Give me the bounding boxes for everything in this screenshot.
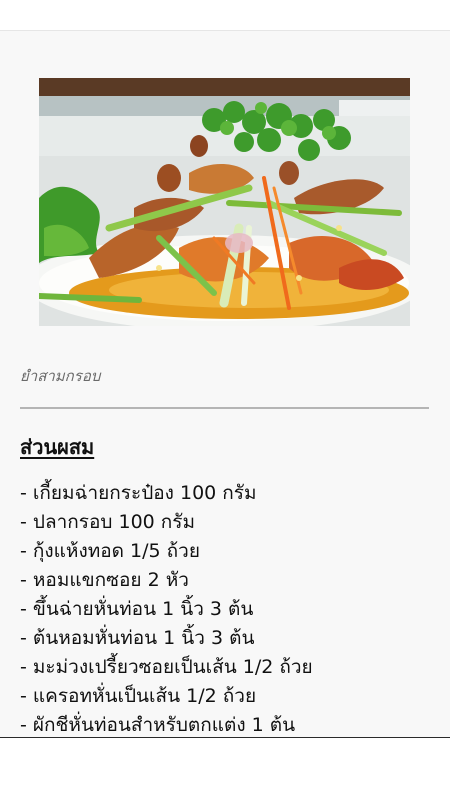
ingredient-item: - แครอทหั่นเป็นเส้น 1/2 ถ้วย [20,685,257,707]
top-bar [0,0,450,31]
recipe-page: ยำสามกรอบ ส่วนผสม - เกี้ยมฉ่ายกระป๋อง 10… [0,0,450,800]
ingredient-item: - ผักชีหั่นท่อนสำหรับตกแต่ง 1 ต้น [20,714,296,736]
dish-photo[interactable] [39,78,410,326]
dish-illustration [39,78,410,326]
ingredient-item: - ขึ้นฉ่ายหั่นท่อน 1 นิ้ว 3 ต้น [20,598,254,620]
ingredient-item: - มะม่วงเปรี้ยวซอยเป็นเส้น 1/2 ถ้วย [20,656,313,678]
ingredient-item: - ต้นหอมหั่นท่อน 1 นิ้ว 3 ต้น [20,627,255,649]
photo-caption: ยำสามกรอบ [20,367,101,385]
ingredient-item: - หอมแขกซอย 2 หัว [20,569,189,591]
ingredients-heading: ส่วนผสม [20,435,95,459]
ingredient-item: - กุ้งแห้งทอด 1/5 ถ้วย [20,540,200,562]
article-content[interactable]: ยำสามกรอบ ส่วนผสม - เกี้ยมฉ่ายกระป๋อง 10… [0,31,450,737]
ingredients-list: - เกี้ยมฉ่ายกระป๋อง 100 กรัม - ปลากรอบ 1… [20,479,313,737]
ingredient-item: - เกี้ยมฉ่ายกระป๋อง 100 กรัม [20,482,257,504]
bottom-blank-area [0,738,450,800]
divider [20,407,429,409]
ingredient-item: - ปลากรอบ 100 กรัม [20,511,196,533]
